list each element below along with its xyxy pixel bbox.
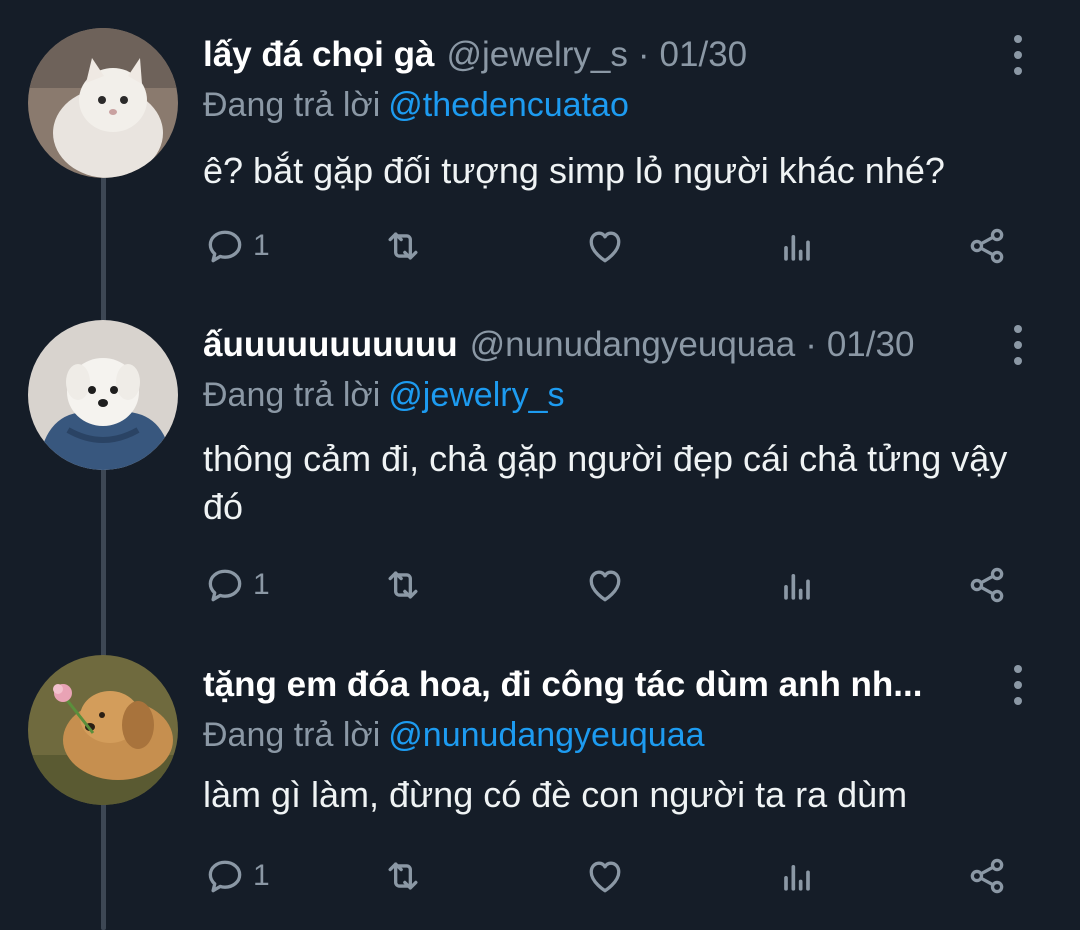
retweet-button[interactable]	[381, 851, 425, 901]
like-button[interactable]	[583, 560, 627, 610]
share-icon	[970, 567, 1004, 603]
tweet-header: ấuuuuuuuuuuu @nunudangyeuquaa · 01/30	[203, 315, 1020, 375]
share-button[interactable]	[965, 560, 1009, 610]
analytics-icon	[784, 865, 810, 891]
avatar[interactable]	[28, 320, 178, 470]
analytics-button[interactable]	[775, 221, 819, 271]
replying-to-label: Đang trả lời	[203, 376, 381, 414]
share-button[interactable]	[965, 851, 1009, 901]
tweet-text: ê? bắt gặp đối tượng simp lỏ người khác …	[203, 150, 945, 191]
reply-button[interactable]: 1	[203, 221, 270, 271]
action-bar: 1	[203, 851, 1013, 901]
analytics-icon	[784, 235, 810, 261]
more-vertical-icon[interactable]	[1008, 665, 1028, 705]
analytics-button[interactable]	[775, 560, 819, 610]
replying-to-link[interactable]: @thedencuatao	[388, 86, 629, 124]
action-bar: 1	[203, 560, 1013, 610]
tweet-text: làm gì làm, đừng có đè con người ta ra d…	[203, 774, 908, 815]
more-vertical-icon[interactable]	[1008, 325, 1028, 365]
analytics-icon	[784, 574, 810, 600]
like-button[interactable]	[583, 221, 627, 271]
tweet-date[interactable]: 01/30	[827, 315, 915, 375]
reply-count: 1	[253, 568, 270, 601]
replying-to-label: Đang trả lời	[203, 716, 381, 754]
tweet-header: lấy đá chọi gà @jewelry_s · 01/30	[203, 25, 1020, 85]
retweet-icon	[388, 571, 418, 599]
tweet-header: tặng em đóa hoa, đi công tác dùm anh nh.…	[203, 655, 1020, 715]
heart-icon	[589, 861, 621, 893]
tweet-text: thông cảm đi, chả gặp người đẹp cái chả …	[203, 438, 1008, 527]
replying-to-link[interactable]: @nunudangyeuquaa	[388, 716, 704, 754]
heart-icon	[589, 231, 621, 263]
replying-to-label: Đang trả lời	[203, 86, 381, 124]
tweet-date[interactable]: 01/30	[660, 25, 748, 85]
reply-icon	[208, 569, 242, 602]
reply-icon	[208, 230, 242, 263]
share-button[interactable]	[965, 221, 1009, 271]
retweet-button[interactable]	[381, 221, 425, 271]
retweet-icon	[388, 862, 418, 890]
replying-to: Đang trả lời @jewelry_s	[203, 370, 565, 420]
reply-button[interactable]: 1	[203, 851, 270, 901]
user-handle[interactable]: @nunudangyeuquaa	[470, 315, 796, 375]
like-button[interactable]	[583, 851, 627, 901]
reply-count: 1	[253, 229, 270, 262]
share-icon	[970, 858, 1004, 894]
reply-button[interactable]: 1	[203, 560, 270, 610]
user-handle[interactable]: @jewelry_s	[446, 25, 627, 85]
retweet-icon	[388, 232, 418, 260]
replying-to: Đang trả lời @thedencuatao	[203, 80, 629, 130]
reply-tweet[interactable]: ấuuuuuuuuuuu @nunudangyeuquaa · 01/30 Đa…	[0, 315, 1080, 615]
reply-icon	[208, 860, 242, 893]
display-name[interactable]: ấuuuuuuuuuuu	[203, 315, 458, 375]
separator: ·	[637, 35, 650, 74]
action-bar: 1	[203, 221, 1013, 271]
reply-count: 1	[253, 859, 270, 892]
display-name[interactable]: lấy đá chọi gà	[203, 25, 434, 85]
reply-tweet[interactable]: tặng em đóa hoa, đi công tác dùm anh nh.…	[0, 655, 1080, 915]
replying-to-link[interactable]: @jewelry_s	[388, 376, 564, 414]
share-icon	[970, 228, 1004, 264]
avatar[interactable]	[28, 28, 178, 178]
avatar[interactable]	[28, 655, 178, 805]
heart-icon	[589, 570, 621, 602]
analytics-button[interactable]	[775, 851, 819, 901]
display-name[interactable]: tặng em đóa hoa, đi công tác dùm anh nh.…	[203, 655, 922, 715]
more-vertical-icon[interactable]	[1008, 35, 1028, 75]
replying-to: Đang trả lời @nunudangyeuquaa	[203, 710, 705, 760]
reply-tweet[interactable]: lấy đá chọi gà @jewelry_s · 01/30 Đang t…	[0, 25, 1080, 285]
separator: ·	[805, 325, 817, 364]
retweet-button[interactable]	[381, 560, 425, 610]
